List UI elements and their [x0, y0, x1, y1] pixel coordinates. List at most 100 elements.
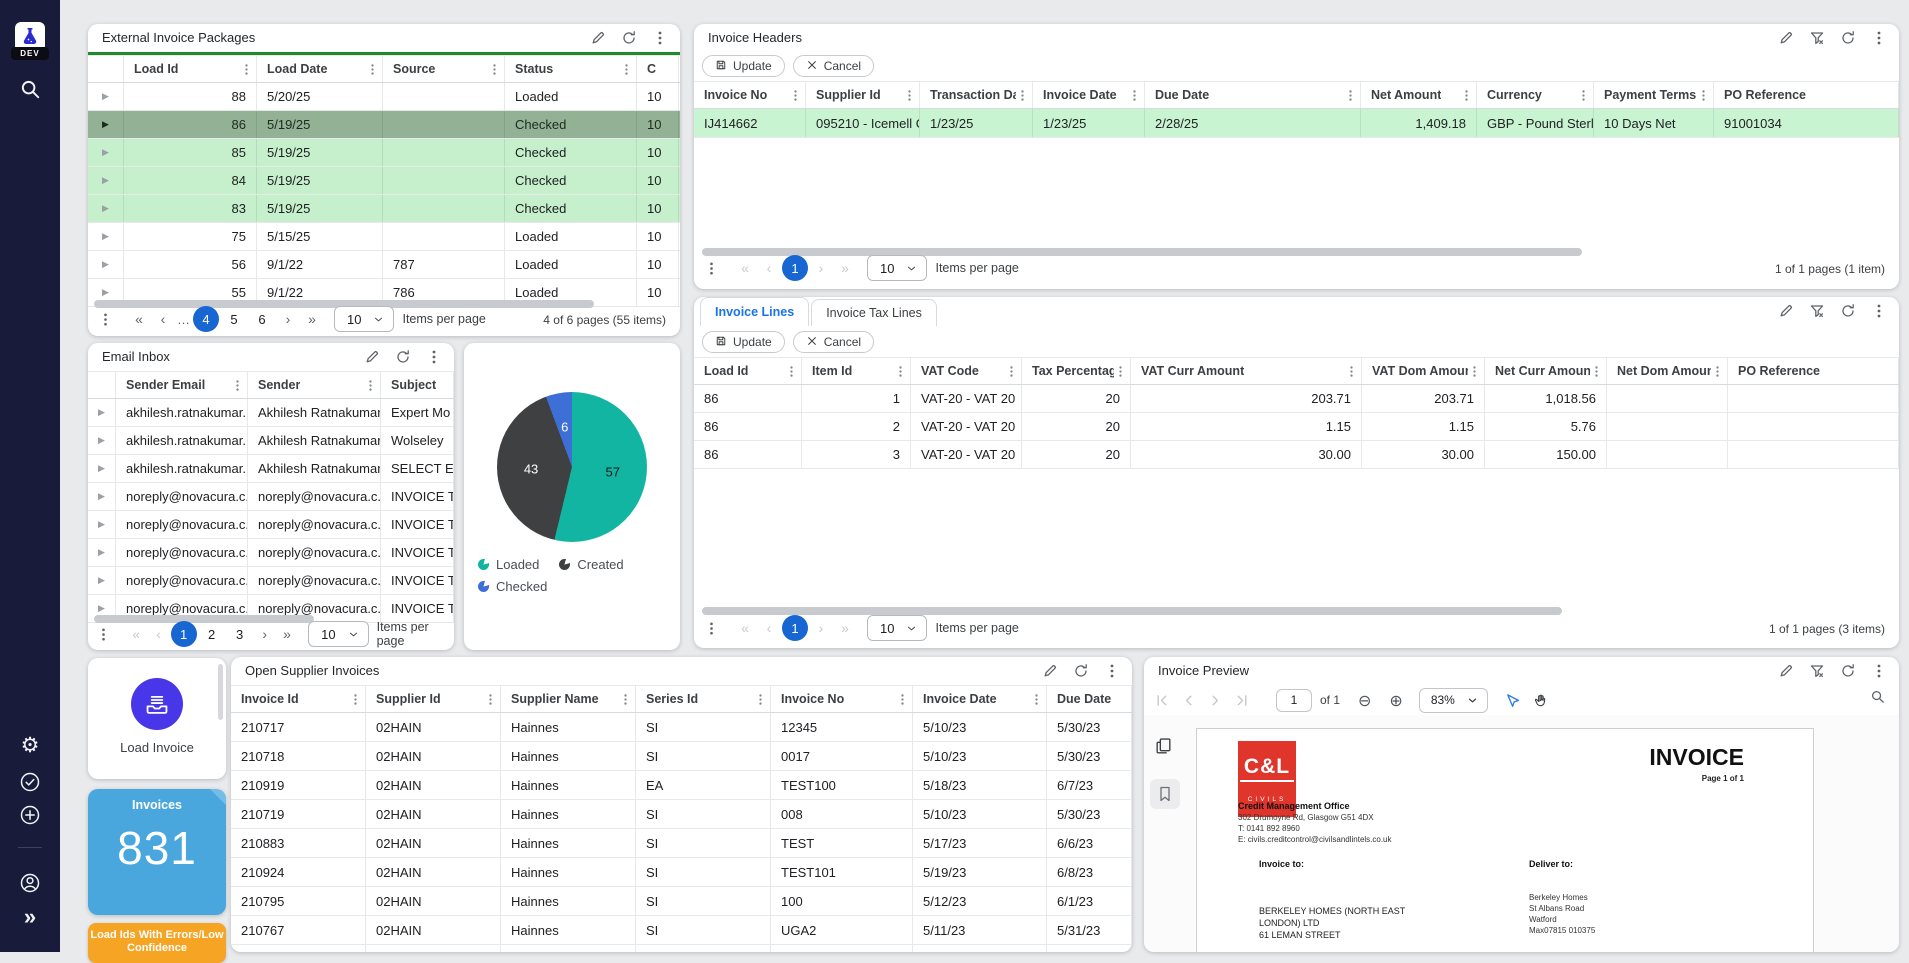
expand-row-icon[interactable]: ▶	[88, 83, 124, 110]
search-document-icon[interactable]	[1870, 689, 1885, 704]
column-header-vat-dom-amount[interactable]: VAT Dom Amount	[1362, 358, 1485, 384]
expand-row-icon[interactable]: ▶	[88, 539, 116, 566]
expand-row-icon[interactable]: ▶	[88, 399, 116, 426]
column-menu-icon[interactable]	[620, 63, 633, 76]
pager-menu-icon[interactable]	[96, 627, 111, 642]
column-header-invoice-id[interactable]: Invoice Id	[231, 686, 366, 712]
pie-chart[interactable]: 57436	[497, 392, 647, 542]
table-row[interactable]: ▶885/20/25Loaded10	[88, 83, 680, 111]
horizontal-scrollbar[interactable]	[702, 607, 1562, 615]
column-header-supplier-id[interactable]: Supplier Id	[366, 686, 501, 712]
table-row[interactable]: 21091902HAINHainnesEATEST1005/18/236/7/2…	[231, 771, 1132, 800]
pdf-viewport[interactable]: C&L CIVILS INVOICE Page 1 of 1 Credit Ma…	[1144, 715, 1899, 952]
column-header-load-date[interactable]: Load Date	[257, 56, 383, 82]
column-menu-icon[interactable]	[1114, 365, 1127, 378]
table-row[interactable]: ▶akhilesh.ratnakumar...Akhilesh Ratnakum…	[88, 455, 454, 483]
column-header-due-date[interactable]: Due Date	[1145, 82, 1361, 108]
table-row[interactable]: 21079502HAINHainnesSI1005/12/236/1/23	[231, 887, 1132, 916]
table-row[interactable]: 21092402HAINHainnesSITEST1015/19/236/8/2…	[231, 858, 1132, 887]
column-menu-icon[interactable]	[1005, 365, 1018, 378]
x-icon[interactable]	[806, 59, 818, 71]
expand-row-icon[interactable]: ▶	[88, 251, 124, 278]
page-number-input[interactable]: 1	[1276, 689, 1312, 712]
table-row[interactable]: 21093102HAINHainnesEATEST1025/19/236/8/2…	[231, 945, 1132, 952]
expand-row-icon[interactable]: ▶	[88, 139, 124, 166]
zoom-in-icon[interactable]: ⊕	[1389, 691, 1402, 710]
table-row[interactable]: ▶noreply@novacura.c...noreply@novacura.c…	[88, 483, 454, 511]
refresh-icon[interactable]	[1073, 663, 1089, 679]
pencil-icon[interactable]	[590, 30, 606, 46]
tab-invoice-tax-lines[interactable]: Invoice Tax Lines	[811, 299, 937, 326]
last-page-icon[interactable]	[1235, 693, 1250, 708]
table-row[interactable]: ▶569/1/22787Loaded10	[88, 251, 680, 279]
expand-row-icon[interactable]: ▶	[88, 511, 116, 538]
pager-menu-icon[interactable]	[704, 261, 719, 276]
column-header-due-date[interactable]: Due Date	[1047, 686, 1132, 712]
column-header-source[interactable]: Source	[383, 56, 505, 82]
expand-row-icon[interactable]: ▶	[88, 167, 124, 194]
refresh-icon[interactable]	[395, 349, 411, 365]
column-header-c[interactable]: C	[637, 56, 679, 82]
update-button[interactable]: Update	[702, 331, 785, 353]
column-header-vat-curr-amount[interactable]: VAT Curr Amount	[1131, 358, 1362, 384]
settings-gear-icon[interactable]: ⚙	[18, 733, 42, 757]
table-row[interactable]: 21071802HAINHainnesSI00175/10/235/30/23	[231, 742, 1132, 771]
first-page-button[interactable]: «	[127, 307, 151, 331]
zoom-level-select[interactable]: 83%	[1419, 688, 1488, 713]
tab-invoice-lines[interactable]: Invoice Lines	[700, 297, 809, 326]
column-menu-icon[interactable]	[484, 693, 497, 706]
previous-page-button[interactable]: ‹	[757, 616, 781, 640]
filter-icon[interactable]	[1809, 303, 1825, 319]
refresh-icon[interactable]	[1840, 303, 1856, 319]
kebab-icon[interactable]	[426, 349, 442, 365]
last-page-button[interactable]: »	[833, 616, 857, 640]
page-button-3[interactable]: 3	[227, 621, 253, 647]
column-menu-icon[interactable]	[1697, 89, 1710, 102]
column-menu-icon[interactable]	[789, 89, 802, 102]
select-tool-icon[interactable]	[1504, 693, 1519, 708]
column-header-invoice-date[interactable]: Invoice Date	[1033, 82, 1145, 108]
pencil-icon[interactable]	[1778, 663, 1794, 679]
column-header-invoice-no[interactable]: Invoice No	[694, 82, 806, 108]
table-row[interactable]: ▶865/19/25Checked10	[88, 111, 680, 139]
column-menu-icon[interactable]	[894, 365, 907, 378]
column-header-subject[interactable]: Subject	[381, 372, 454, 398]
cancel-button[interactable]: Cancel	[793, 55, 874, 77]
column-header-item-id[interactable]: Item Id	[802, 358, 911, 384]
pencil-icon[interactable]	[1778, 303, 1794, 319]
column-menu-icon[interactable]	[1030, 693, 1043, 706]
table-row[interactable]: ▶noreply@novacura.c...noreply@novacura.c…	[88, 567, 454, 595]
page-button-5[interactable]: 5	[221, 306, 247, 332]
filter-icon[interactable]	[1809, 30, 1825, 46]
page-button-1[interactable]: 1	[171, 621, 197, 647]
vertical-scrollbar[interactable]	[218, 664, 223, 720]
table-row[interactable]: 21071702HAINHainnesSI123455/10/235/30/23	[231, 713, 1132, 742]
previous-page-icon[interactable]	[1181, 693, 1196, 708]
hand-tool-icon[interactable]	[1533, 693, 1548, 708]
account-icon[interactable]	[18, 871, 42, 895]
cancel-button[interactable]: Cancel	[793, 331, 874, 353]
previous-page-button[interactable]: ‹	[757, 256, 781, 280]
load-invoice-button[interactable]	[131, 678, 183, 730]
filter-icon[interactable]	[1809, 663, 1825, 679]
expand-row-icon[interactable]: ▶	[88, 455, 116, 482]
page-button-6[interactable]: 6	[249, 306, 275, 332]
table-row[interactable]: 861VAT-20 - VAT 2020203.71203.711,018.56	[694, 385, 1899, 413]
column-header-sender-email[interactable]: Sender Email	[116, 372, 248, 398]
column-menu-icon[interactable]	[364, 379, 377, 392]
page-size-select[interactable]: 10	[867, 255, 927, 281]
column-menu-icon[interactable]	[619, 693, 632, 706]
zoom-out-icon[interactable]: ⊖	[1358, 691, 1371, 710]
column-menu-icon[interactable]	[903, 89, 916, 102]
column-header-currency[interactable]: Currency	[1477, 82, 1594, 108]
column-header-net-curr-amount[interactable]: Net Curr Amount	[1485, 358, 1607, 384]
invoices-count-card[interactable]: Invoices 831	[88, 789, 226, 915]
column-header-load-id[interactable]: Load Id	[124, 56, 257, 82]
next-page-button[interactable]: ›	[254, 622, 276, 646]
check-circle-icon[interactable]	[18, 770, 42, 794]
legend-item-checked[interactable]: Checked	[478, 579, 547, 594]
page-size-select[interactable]: 10	[334, 306, 394, 332]
pager-menu-icon[interactable]	[704, 621, 719, 636]
column-header-transaction-date[interactable]: Transaction Date	[920, 82, 1033, 108]
kebab-icon[interactable]	[1104, 663, 1120, 679]
